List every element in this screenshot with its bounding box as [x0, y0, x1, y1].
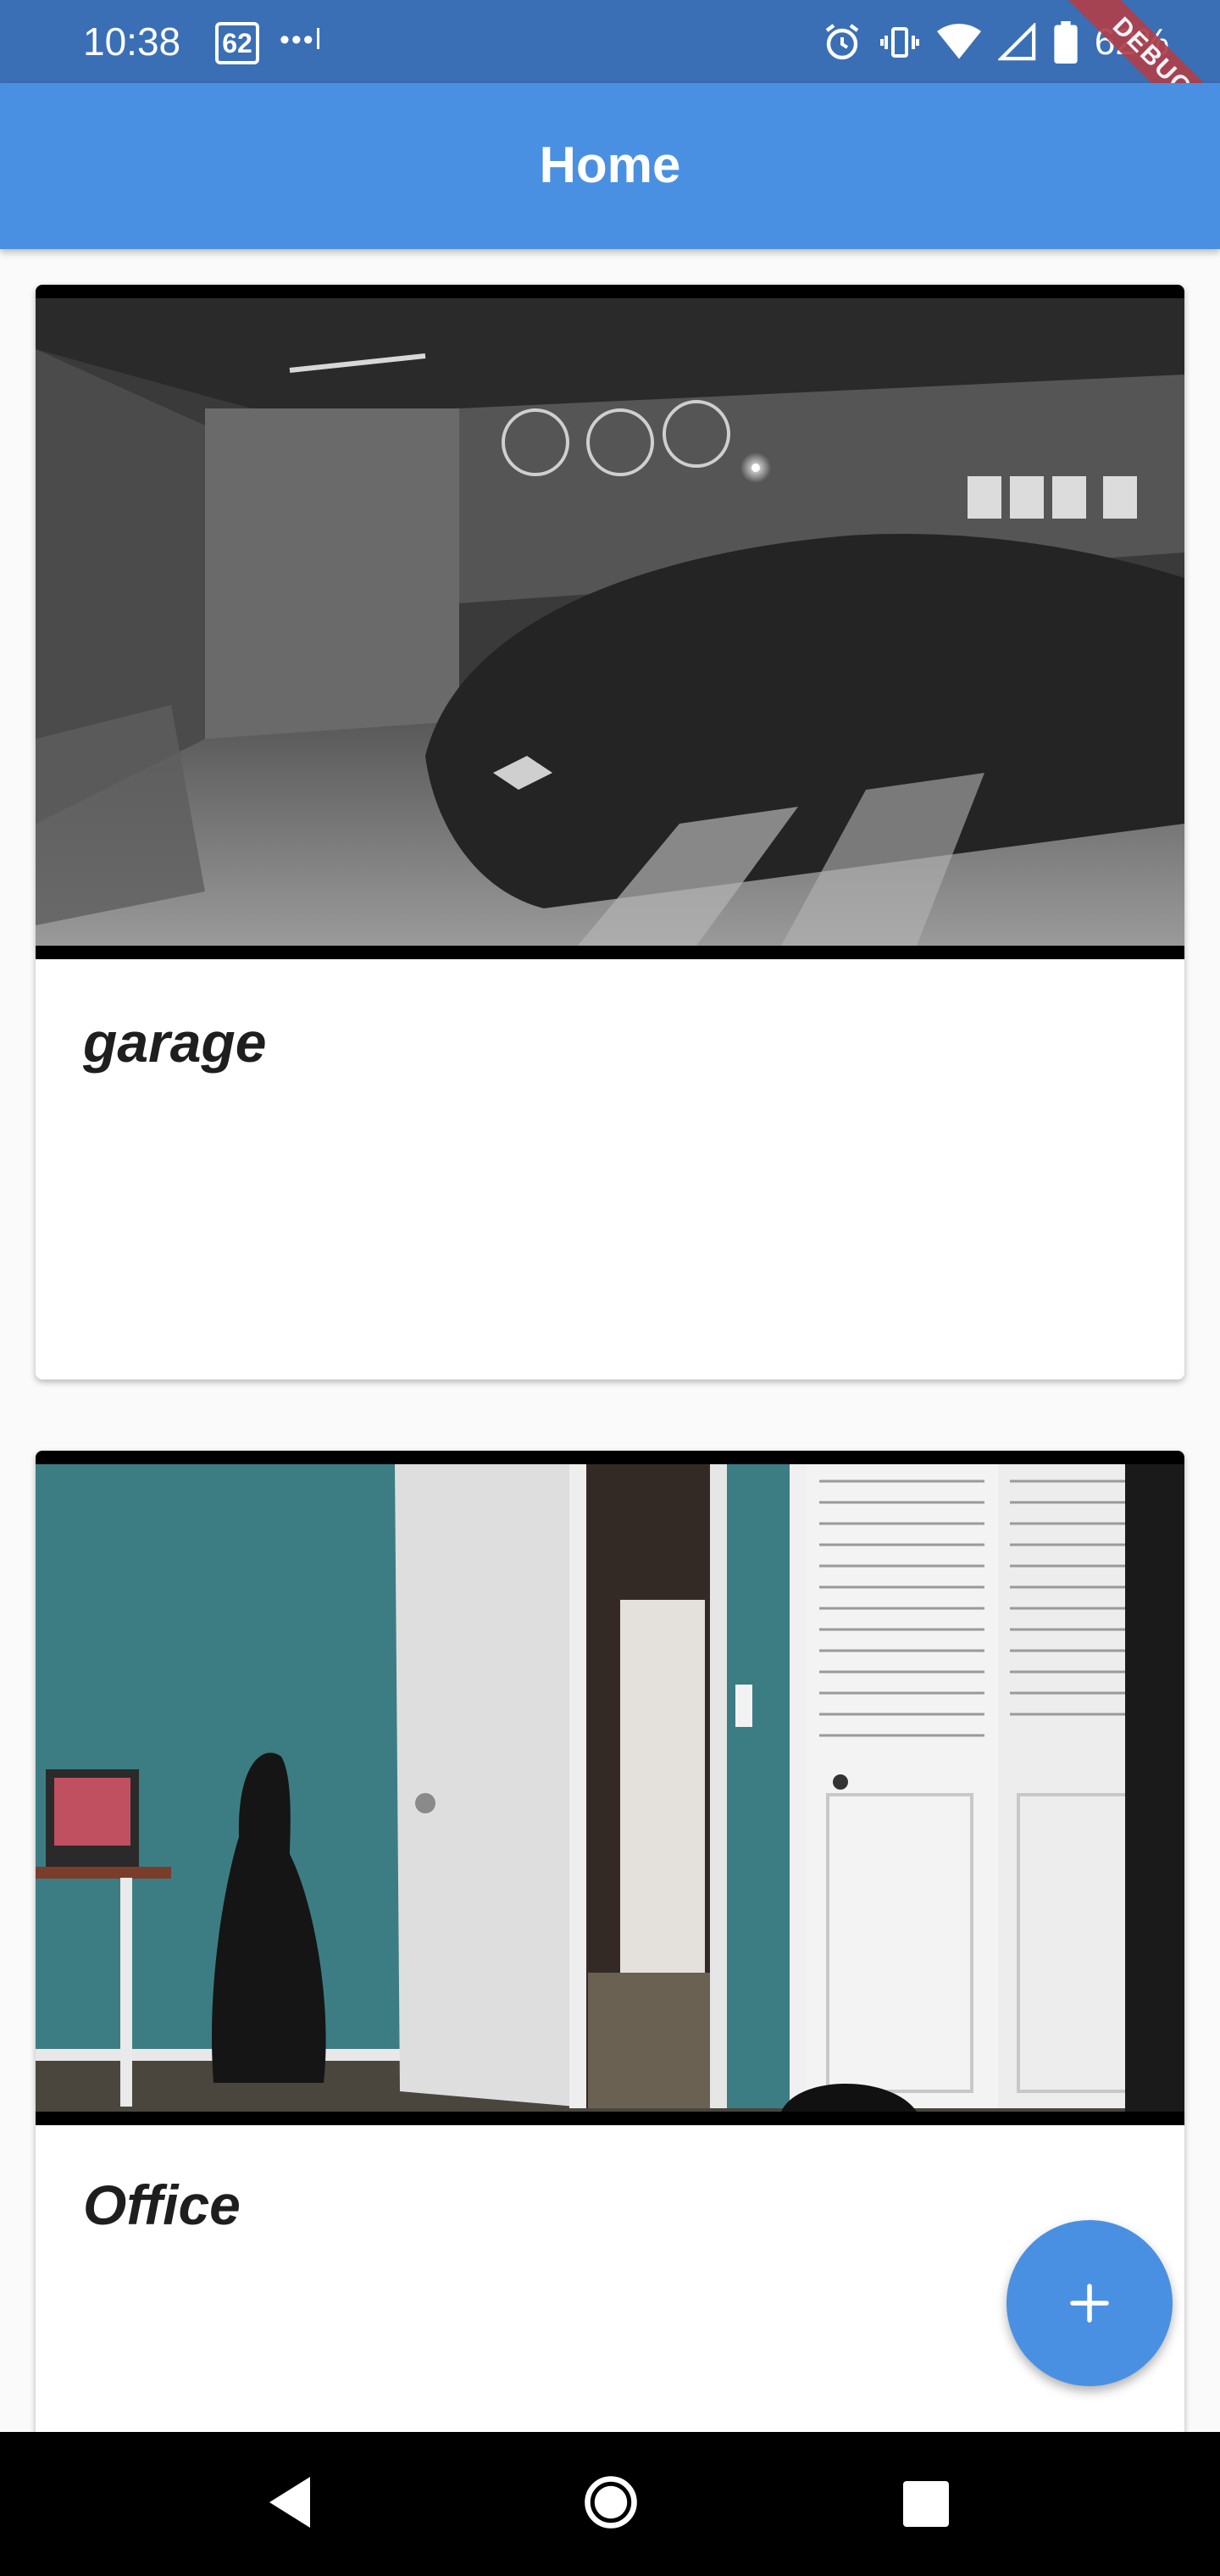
camera-card-office[interactable]: Office	[36, 1451, 1184, 2518]
home-icon[interactable]	[583, 2474, 639, 2530]
battery-icon	[1054, 21, 1078, 64]
cell-signal-icon	[997, 23, 1036, 61]
camera-feed-image	[36, 1464, 1184, 2112]
app-screen: 10:38 62 •••l 62% DEBUG Home	[0, 0, 1220, 2576]
calendar-notification-icon: 62	[215, 22, 259, 64]
wifi-icon	[936, 24, 981, 59]
app-bar: Home	[0, 83, 1220, 249]
system-navigation-bar	[0, 2432, 1220, 2576]
camera-feed-frame	[36, 285, 1184, 959]
status-time: 10:38	[83, 19, 181, 64]
camera-feed-image	[36, 298, 1184, 946]
back-icon[interactable]	[264, 2474, 315, 2530]
add-camera-button[interactable]	[1006, 2220, 1173, 2386]
status-bar: 10:38 62 •••l 62% DEBUG	[0, 0, 1220, 161]
camera-name: Office	[83, 2174, 241, 2236]
recents-icon[interactable]	[903, 2481, 949, 2527]
garage-camera-image	[36, 298, 1184, 946]
camera-card-garage[interactable]: garage	[36, 285, 1184, 1380]
camera-feed-frame	[36, 1451, 1184, 2125]
alarm-icon	[825, 24, 859, 60]
add-icon	[1070, 2284, 1109, 2323]
camera-name: garage	[83, 1011, 267, 1074]
more-notifications-icon: •••l	[280, 24, 324, 56]
vibrate-icon	[879, 27, 919, 58]
office-camera-image	[36, 1464, 1184, 2112]
page-title: Home	[539, 136, 681, 193]
